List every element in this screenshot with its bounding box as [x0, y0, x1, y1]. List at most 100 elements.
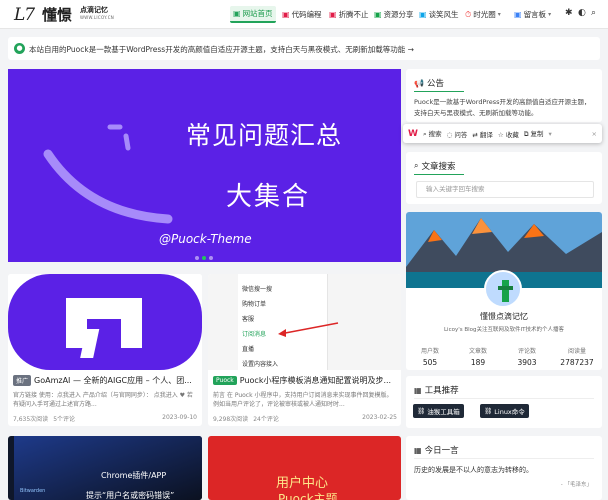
banner-handle: @Puock-Theme [159, 232, 252, 246]
close-icon[interactable]: × [592, 130, 597, 138]
tools-panel: ▦ 工具推荐 [406, 376, 602, 428]
top-header: L7 懂憬 点滴记忆 WWW.LICOY.CN ▣ 网站首页 ▣ 代码编程 ▣ … [0, 0, 608, 29]
chevron-down-icon: ▾ [548, 11, 552, 18]
banner-title-line2: 大集合 [226, 182, 311, 212]
post-card[interactable]: 推广 GoAmzAI — 全新的AIGC应用 – 个人、团... 官方链接 使用… [8, 274, 202, 426]
toolbar-copy[interactable]: ⧉ 复制 [524, 128, 544, 139]
post-card[interactable]: Chrome插件/APP Bitwarden 提示“用户名或密码错误” [8, 436, 202, 500]
logo-name: 懂憬 [42, 6, 73, 24]
views-count: 7,635次阅读 [13, 416, 49, 423]
panel-header: ⌕ 文章搜索 [414, 160, 456, 172]
post-meta: 7,635次阅读 5个评论 2023-09-10 [13, 414, 197, 423]
thumbnail-label: Chrome插件/APP [101, 471, 167, 480]
tool-button[interactable]: ⛓ 油猴工具箱 [413, 404, 464, 418]
link-icon: ⛓ [484, 407, 493, 415]
grid-icon: ▦ [414, 445, 422, 455]
nav-label: 留言板 [523, 10, 547, 19]
post-thumbnail[interactable]: 用户中心 Puock主题 [208, 436, 401, 500]
carousel-dots[interactable] [195, 256, 213, 260]
tools-icon: ▣ [329, 10, 337, 19]
post-date: 2023-09-10 [162, 414, 197, 421]
quote-text: 历史的发展是不以人的意志为转移的。 [414, 466, 533, 474]
post-thumbnail[interactable] [8, 274, 202, 370]
panel-title: 工具推荐 [424, 386, 459, 396]
grid-icon: ▦ [414, 385, 422, 395]
panel-title: 今日一言 [424, 446, 459, 456]
title-underline [414, 91, 464, 92]
announcement-body: Puock是一款基于WordPress开发的高颜值自适应开源主题，支持白天与黑夜… [414, 98, 591, 117]
logo-mark: L7 [14, 5, 35, 25]
post-date: 2023-02-25 [362, 414, 397, 421]
panel-header: ▦ 工具推荐 [414, 384, 459, 397]
carousel-dot[interactable] [202, 256, 206, 260]
panel-title: 文章搜索 [421, 162, 456, 172]
post-title[interactable]: GoAmzAI — 全新的AIGC应用 – 个人、团... [34, 375, 192, 386]
avatar[interactable] [484, 270, 522, 308]
category-tag[interactable]: 推广 [13, 375, 32, 386]
stat-comments: 评论数 3903 [517, 348, 537, 367]
more-icon[interactable]: ▾ [549, 130, 552, 138]
nav-item-home[interactable]: ▣ 网站首页 [230, 6, 276, 23]
toolbar-search[interactable]: ⌕ 搜索 [423, 128, 442, 139]
logo-domain: WWW.LICOY.CN [80, 15, 115, 20]
toolbar-logo-icon[interactable]: W [408, 129, 418, 139]
chevron-down-icon: ▾ [497, 11, 501, 18]
post-title-row[interactable]: Puock Puock小程序模板消息通知配置说明及步... [213, 375, 391, 386]
hero-banner[interactable]: 常见问题汇总 大集合 @Puock-Theme [8, 69, 401, 262]
profile-name[interactable]: 懂憬点滴记忆 [406, 311, 602, 322]
carousel-dot[interactable] [209, 256, 213, 260]
profile-bio: Licoy's Blog关注互联网及软件IT技术的个人播客 [443, 327, 564, 333]
post-card[interactable]: 用户中心 Puock主题 [208, 436, 401, 500]
post-thumbnail[interactable]: 微信搜一搜 购物订单 客服 订阅消息 直播 设置内容接入 [208, 274, 401, 370]
site-logo[interactable]: L7 懂憬 点滴记忆 WWW.LICOY.CN [14, 4, 114, 26]
tool-button[interactable]: ⛓ Linux命令 [480, 404, 529, 418]
post-card[interactable]: 微信搜一搜 购物订单 客服 订阅消息 直播 设置内容接入 Puock Puock… [208, 274, 401, 426]
message-icon: ▣ [514, 10, 522, 19]
post-excerpt: 前言 在 Puock 小程序中，支持用户订阅消息来实现事件回复模版。例如当用户评… [213, 392, 393, 408]
announcement-bar[interactable]: ● 本站自用的Puock是一款基于WordPress开发的高颜值自适应开源主题，… [8, 37, 600, 60]
toolbar-favorite[interactable]: ☆ 收藏 [498, 129, 519, 139]
nav-item-chat[interactable]: ▣ 谈笑风生 [416, 6, 462, 23]
announcement-text: 本站自用的Puock是一款基于WordPress开发的高颜值自适应开源主题，支持… [29, 45, 414, 54]
category-tag[interactable]: Puock [213, 376, 237, 385]
search-input[interactable]: 输入关键字回车搜索 [416, 181, 594, 198]
post-title[interactable]: Puock小程序模板消息通知配置说明及步... [240, 375, 391, 386]
nav-item-resources[interactable]: ▣ 资源分享 [371, 6, 417, 23]
selection-toolbar: W ⌕ 搜索 ◌ 问答 ⇄ 翻译 ☆ 收藏 ⧉ 复制 ▾ × [403, 124, 602, 143]
daily-quote-panel: ▦ 今日一言 历史的发展是不以人的意志为转移的。 - 「毛泽东」 [406, 436, 602, 500]
nav-label: 网站首页 [242, 9, 273, 18]
stat-views: 阅读量 2787237 [560, 348, 594, 367]
search-icon[interactable]: ⌕ [591, 8, 596, 18]
banner-title-line1: 常见问题汇总 [186, 121, 343, 150]
comments-count: 5个评论 [53, 416, 76, 423]
megaphone-icon: 📢 [414, 78, 424, 88]
nav-item-guestbook[interactable]: ▣ 留言板 ▾ [511, 6, 554, 23]
thumbnail-caption: 提示“用户名或密码错误” [86, 491, 175, 500]
toolbar-qa[interactable]: ◌ 问答 [447, 129, 468, 139]
carousel-dot[interactable] [195, 256, 199, 260]
clock-icon: ⏱ [465, 9, 472, 19]
panel-divider [414, 458, 594, 459]
logo-subname: 点滴记忆 [80, 5, 108, 14]
quote-source: - 「毛泽东」 [560, 482, 592, 488]
stat-posts: 文章数 189 [468, 348, 487, 367]
toolbar-translate[interactable]: ⇄ 翻译 [472, 129, 493, 139]
link-icon: ⛓ [417, 407, 426, 415]
chat-icon: ▣ [419, 10, 427, 19]
theme-toggle-icon[interactable]: ◐ [578, 8, 586, 18]
nav-item-timeline[interactable]: ⏱ 时光圈 ▾ [462, 6, 504, 23]
panel-header: ▦ 今日一言 [414, 444, 459, 457]
panel-divider [414, 398, 594, 399]
views-count: 9,298次阅读 [213, 416, 249, 423]
post-meta: 9,298次阅读 24个评论 2023-02-25 [213, 414, 397, 423]
post-excerpt: 官方链接 使用：点我进入 产品介绍（与官网同步）： 点我进入 ♥ 若有疑问入手可… [13, 392, 193, 408]
title-underline [414, 174, 464, 175]
nav-item-code[interactable]: ▣ 代码编程 [279, 6, 325, 23]
stat-users: 用户数 505 [420, 348, 439, 367]
nav-label: 折腾不止 [338, 10, 369, 19]
nav-item-tinker[interactable]: ▣ 折腾不止 [326, 6, 372, 23]
nav-label: 代码编程 [291, 10, 322, 19]
thumbnail-subtitle: Puock主题 [278, 492, 338, 500]
post-title-row[interactable]: 推广 GoAmzAI — 全新的AIGC应用 – 个人、团... [13, 375, 192, 386]
translate-icon[interactable]: ✱ [565, 8, 573, 18]
